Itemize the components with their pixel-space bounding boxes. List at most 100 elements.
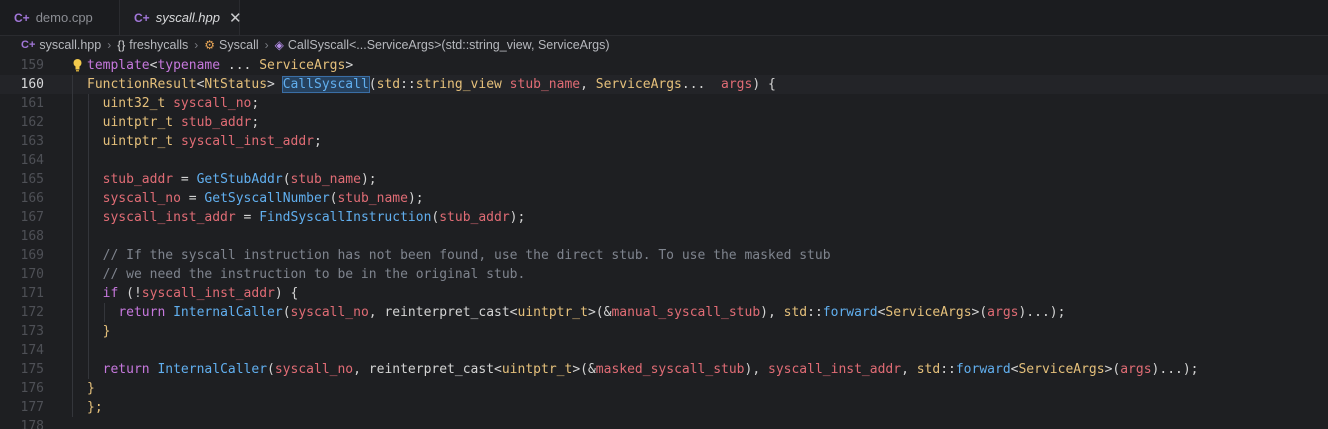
cpp-file-icon: C+ [134,10,150,25]
code-token: } [102,324,111,339]
code-token: stub_name [337,191,408,206]
code-line[interactable]: 166 syscall_no = GetSyscallNumber(stub_n… [0,189,1328,208]
code-token: (! [118,286,142,301]
code-token: forward [955,362,1011,377]
code-text: stub_addr = GetStubAddr(stub_name); [87,170,377,189]
code-line[interactable]: 176} [0,379,1328,398]
line-number: 167 [20,210,44,225]
code-token: return [102,362,150,377]
code-token: ( [267,362,275,377]
code-token: FindSyscallInstruction [259,210,432,225]
line-number: 168 [20,229,44,244]
code-token: std [916,362,941,377]
code-token: std [376,77,401,92]
namespace-icon: {} [117,38,126,52]
code-text: } [87,322,111,341]
code-line[interactable]: 164 [0,151,1328,170]
code-token: ... [681,77,722,92]
code-line[interactable]: 169 // If the syscall instruction has no… [0,246,1328,265]
code-token: > [267,77,283,92]
line-number: 162 [20,115,44,130]
code-token: ); [360,172,377,187]
breadcrumb-file[interactable]: syscall.hpp [39,38,101,52]
cpp-file-icon: C+ [21,39,36,51]
code-text: syscall_no = GetSyscallNumber(stub_name)… [87,189,424,208]
code-token: uintptr_t [517,305,588,320]
code-line[interactable]: 171 if (!syscall_inst_addr) { [0,284,1328,303]
code-line[interactable]: 161 uint32_t syscall_no; [0,94,1328,113]
line-number: 169 [20,248,44,263]
code-token: // we need the instruction to be in the … [102,267,526,282]
breadcrumb-namespace[interactable]: freshycalls [129,38,188,52]
code-line[interactable]: 173 } [0,322,1328,341]
code-token: string_view [415,77,502,92]
code-token: syscall_inst_addr [141,286,275,301]
method-icon: ◈ [274,38,284,52]
close-icon[interactable]: ✕ [229,9,242,27]
indent-guide [88,94,89,379]
line-number: 166 [20,191,44,206]
code-line[interactable]: 174 [0,341,1328,360]
code-token: :: [940,362,956,377]
code-token: uint32_t [102,96,166,111]
code-token: ); [509,210,526,225]
code-line[interactable]: 177}; [0,398,1328,417]
code-line[interactable]: 168 [0,227,1328,246]
code-token: :: [807,305,823,320]
lightbulb-icon[interactable] [72,58,83,72]
code-line[interactable]: 170 // we need the instruction to be in … [0,265,1328,284]
code-line[interactable]: 178 [0,417,1328,429]
code-token: >(& [572,362,596,377]
tab-syscall-hpp[interactable]: C+ syscall.hpp ✕ [120,0,242,35]
code-token: // If the syscall instruction has not be… [102,248,831,263]
code-line[interactable]: 162 uintptr_t stub_addr; [0,113,1328,132]
code-token: > [345,58,354,73]
code-token: ( [282,305,291,320]
code-token: syscall_inst_addr [102,210,236,225]
code-token: GetSyscallNumber [204,191,330,206]
code-token: ); [407,191,424,206]
code-line[interactable]: 163 uintptr_t syscall_inst_addr; [0,132,1328,151]
code-editor[interactable]: 159 template<typename ... ServiceArgs> 160… [0,56,1328,429]
tab-demo-cpp[interactable]: C+ demo.cpp [0,0,120,35]
code-token: InternalCaller [157,362,268,377]
line-number: 170 [20,267,44,282]
code-token: :: [400,77,416,92]
code-token: , [580,77,596,92]
code-token: InternalCaller [173,305,283,320]
code-line[interactable]: 167 syscall_inst_addr = FindSyscallInstr… [0,208,1328,227]
code-token: >(& [587,305,612,320]
line-number: 173 [20,324,44,339]
code-text: }; [87,398,103,417]
code-token: args [721,77,753,92]
breadcrumb-method[interactable]: CallSyscall<...ServiceArgs>(std::string_… [288,38,610,52]
code-token: syscall_no [274,362,354,377]
code-text: syscall_inst_addr = FindSyscallInstructi… [87,208,526,227]
code-text: uintptr_t stub_addr; [87,113,260,132]
line-number: 178 [20,419,44,429]
code-line[interactable]: 175 return InternalCaller(syscall_no, re… [0,360,1328,379]
code-line[interactable]: 160 FunctionResult<NtStatus> CallSyscall(… [0,75,1328,94]
breadcrumb-struct[interactable]: Syscall [219,38,259,52]
code-text: return InternalCaller(syscall_no, reinte… [87,303,1065,322]
tab-bar: C+ demo.cpp C+ syscall.hpp ✕ [0,0,1328,36]
code-line[interactable]: 172 return InternalCaller(syscall_no, re… [0,303,1328,322]
code-line[interactable]: 165 stub_addr = GetStubAddr(stub_name); [0,170,1328,189]
code-token: stub_name [509,77,581,92]
code-token: syscall_no [102,191,181,206]
code-text: uintptr_t syscall_inst_addr; [87,132,322,151]
chevron-right-icon: › [194,38,199,52]
line-number: 159 [20,58,44,73]
code-text: uint32_t syscall_no; [87,94,260,113]
code-token: CallSyscall [281,76,370,93]
code-token: ( [282,172,291,187]
line-number: 165 [20,172,44,187]
code-token: GetStubAddr [196,172,283,187]
code-token: syscall_no [290,305,369,320]
code-line[interactable]: 159 template<typename ... ServiceArgs> [0,56,1328,75]
code-token: syscall_inst_addr [180,134,314,149]
code-text: FunctionResult<NtStatus> CallSyscall(std… [87,75,776,94]
